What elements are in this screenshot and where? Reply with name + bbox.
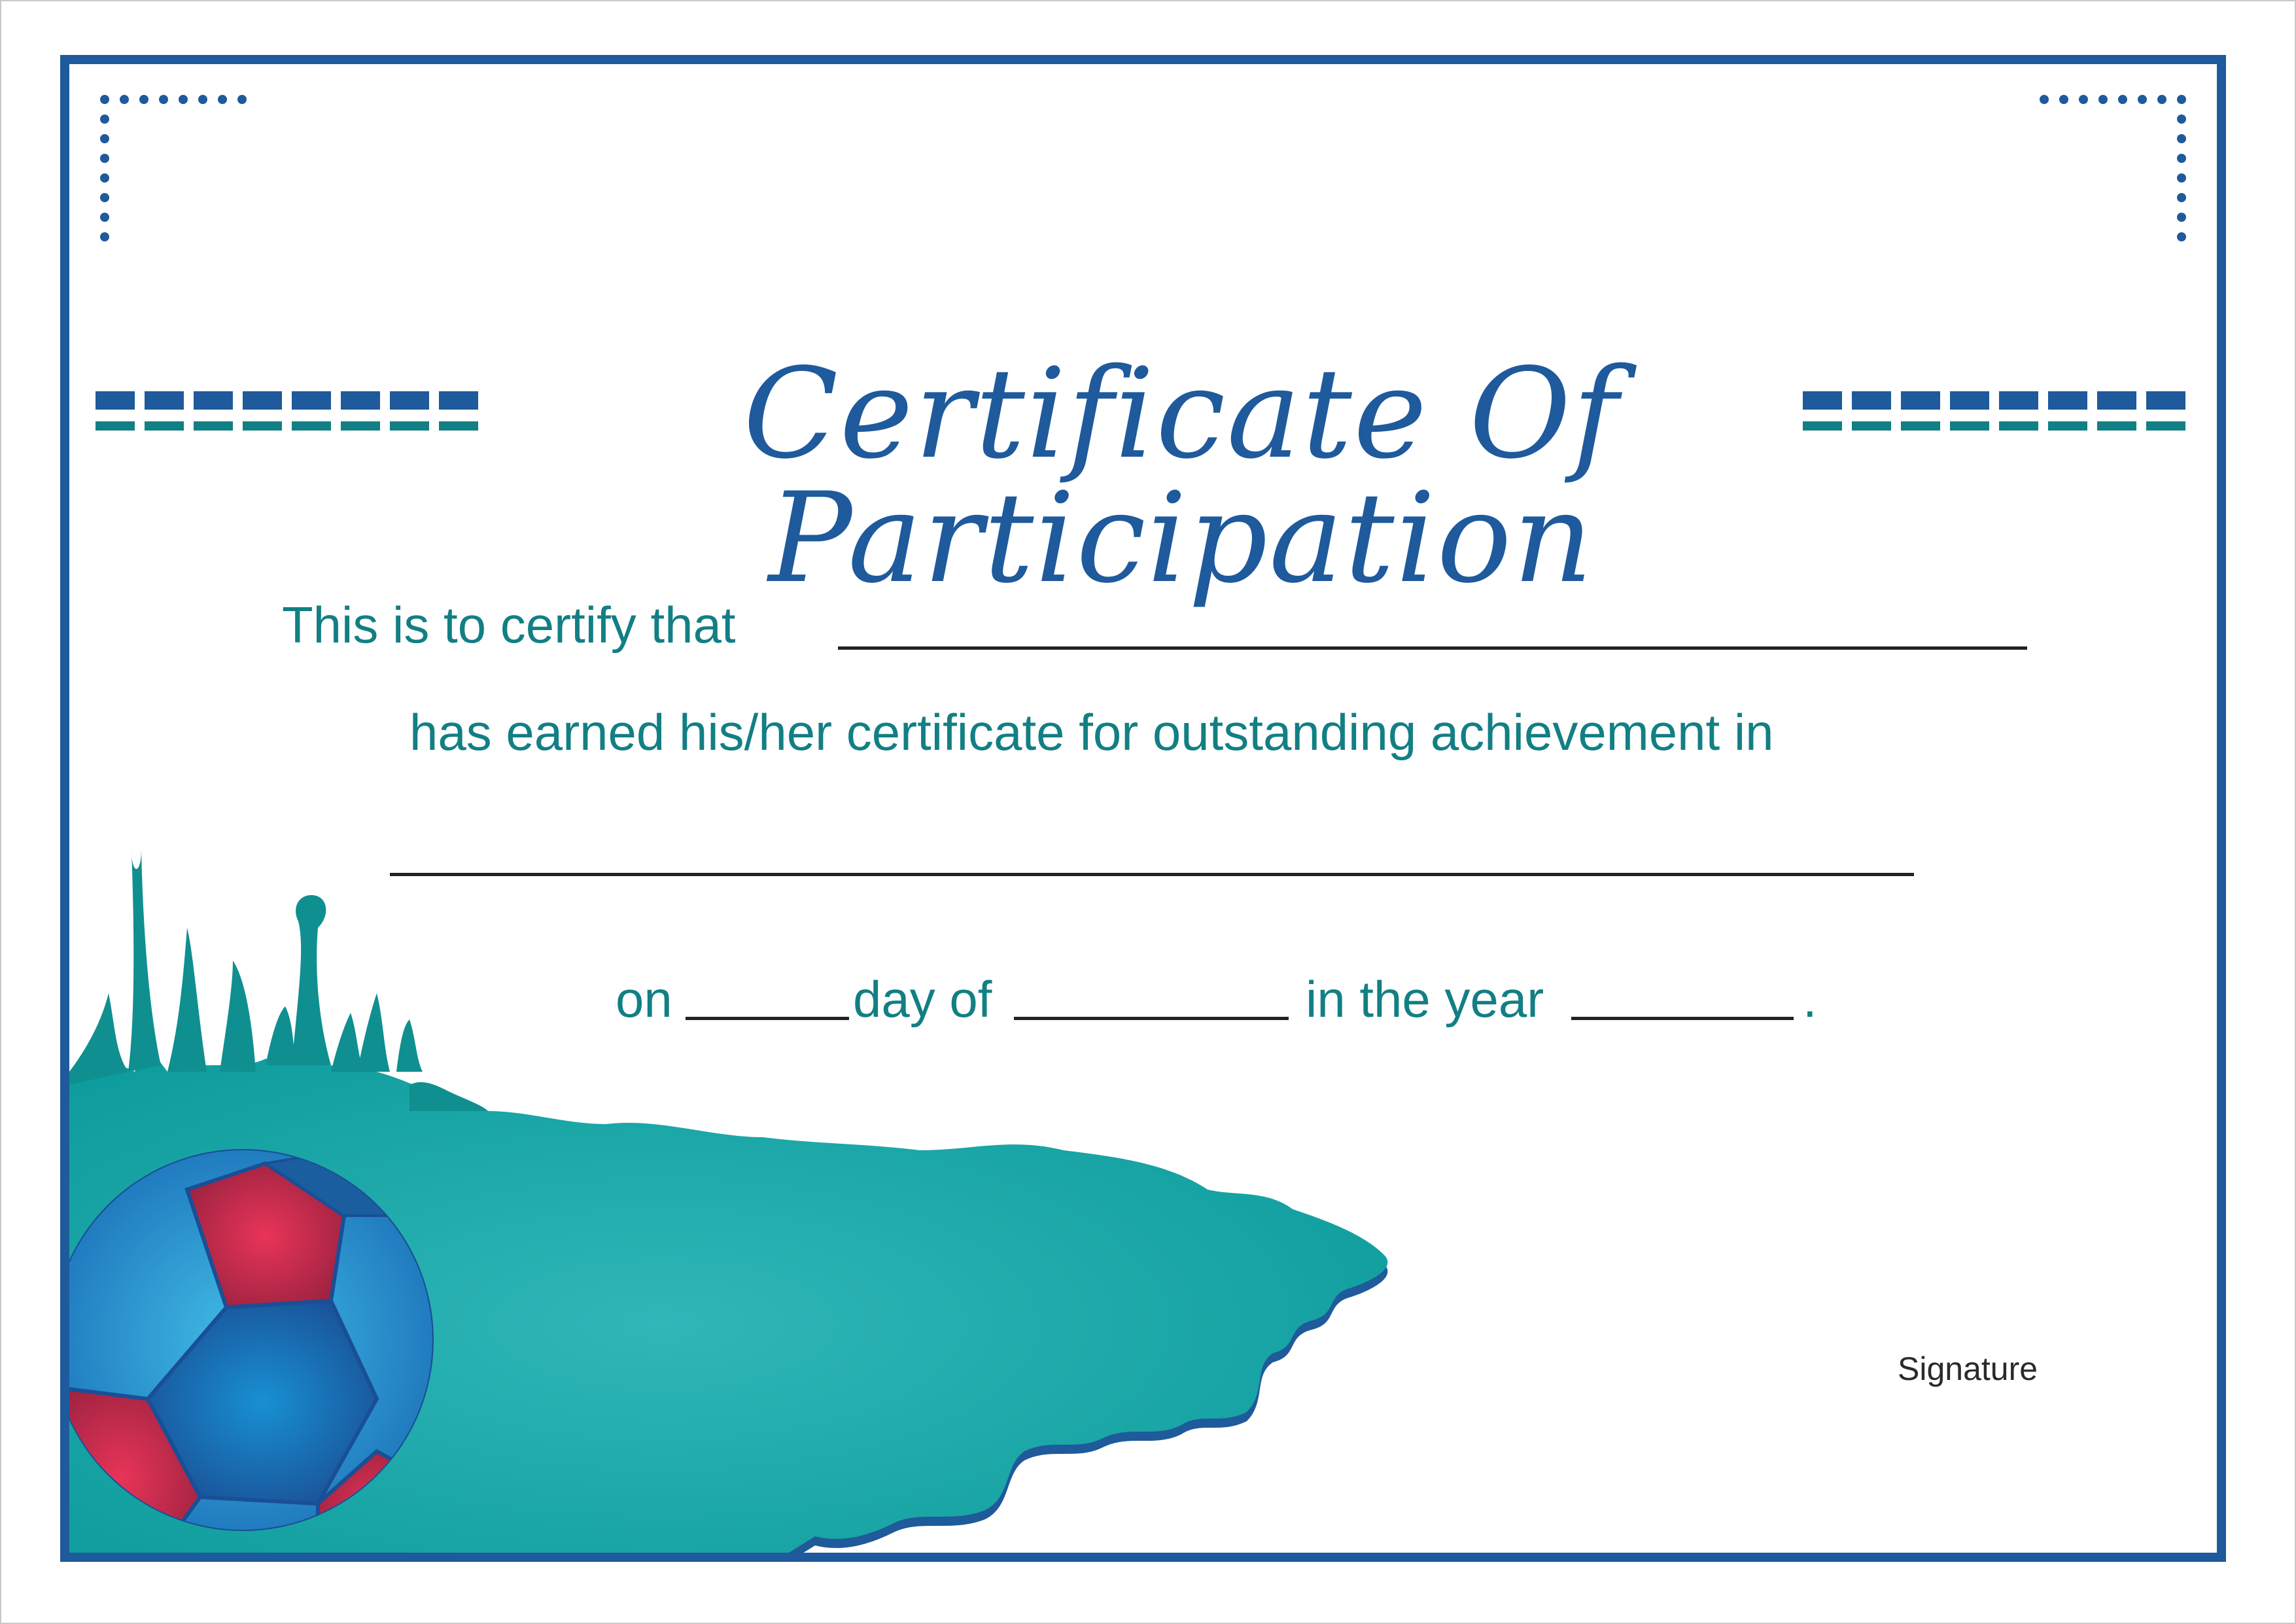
paint-splash-art (69, 849, 1388, 1553)
certificate-frame: Certificate Of Participation This is to … (60, 55, 2226, 1562)
